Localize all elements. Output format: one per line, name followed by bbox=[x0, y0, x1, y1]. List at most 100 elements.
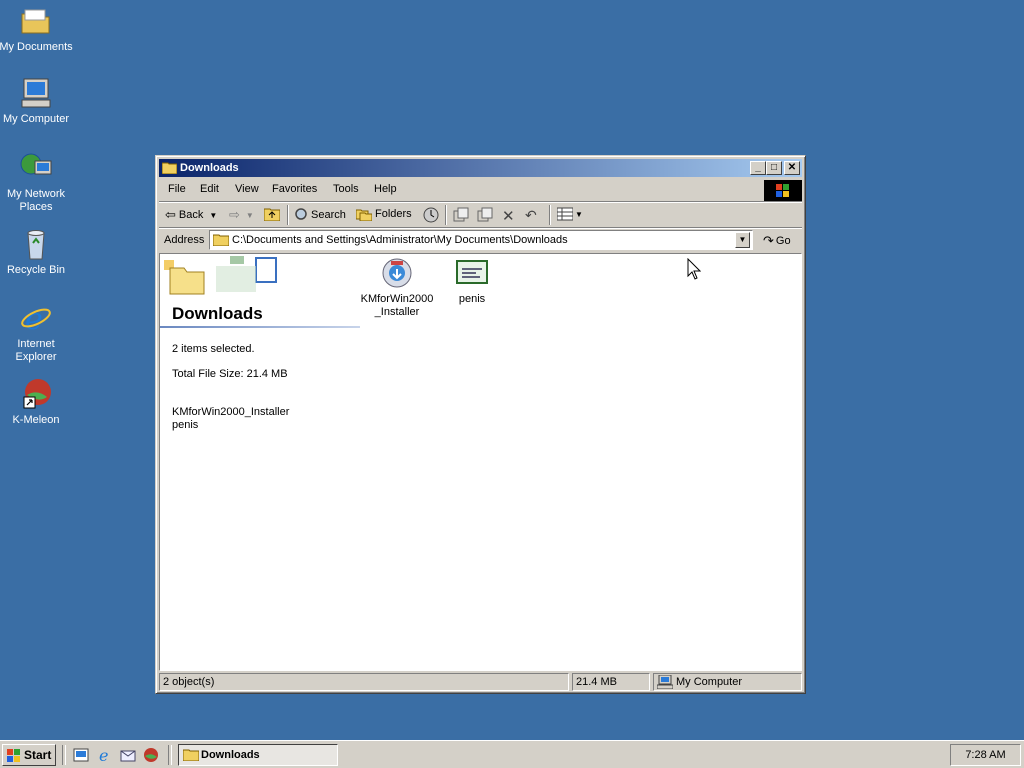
desktop-icon-my-computer[interactable]: My Computer bbox=[0, 76, 74, 126]
folder-icon bbox=[212, 234, 230, 247]
address-value: C:\Documents and Settings\Administrator\… bbox=[232, 234, 568, 246]
file-name: KMforWin2000 bbox=[360, 293, 434, 305]
computer-icon bbox=[657, 675, 673, 689]
internet-explorer-icon[interactable]: e bbox=[97, 746, 113, 765]
taskbar-separator bbox=[62, 745, 66, 765]
title-bar[interactable]: Downloads _ □ ✕ bbox=[159, 159, 802, 177]
folders-icon bbox=[356, 209, 372, 221]
move-to-icon bbox=[453, 207, 469, 222]
back-arrow-icon: ⇦ bbox=[165, 207, 176, 222]
outlook-express-icon[interactable] bbox=[120, 747, 136, 763]
toolbar-separator bbox=[549, 205, 551, 225]
up-folder-icon bbox=[264, 208, 280, 221]
taskbar: Start e Downloads 7:28 AM bbox=[0, 740, 1024, 768]
network-icon bbox=[19, 151, 53, 185]
desktop-icon-label: My Documents bbox=[0, 41, 73, 53]
mouse-cursor-icon bbox=[687, 258, 701, 280]
views-button[interactable]: ▼ bbox=[557, 207, 583, 221]
minimize-button[interactable]: _ bbox=[750, 161, 766, 175]
move-to-button[interactable] bbox=[453, 207, 469, 223]
go-arrow-icon: ↷ bbox=[763, 233, 774, 248]
back-label: Back bbox=[178, 209, 204, 221]
start-button[interactable]: Start bbox=[2, 744, 56, 766]
status-object-count: 2 object(s) bbox=[159, 673, 569, 691]
toolbar-separator bbox=[445, 205, 447, 225]
status-size: 21.4 MB bbox=[572, 673, 650, 691]
go-button[interactable]: ↷ Go bbox=[763, 233, 791, 249]
chevron-down-icon: ▼ bbox=[575, 209, 583, 219]
close-icon: ✕ bbox=[787, 162, 797, 173]
up-folder-button[interactable] bbox=[264, 207, 280, 221]
copy-to-button[interactable] bbox=[477, 207, 493, 223]
chevron-down-icon: ▼ bbox=[209, 210, 218, 220]
desktop-icon-label: My Computer bbox=[2, 113, 70, 125]
status-zone: My Computer bbox=[653, 673, 802, 691]
taskbar-button-downloads[interactable]: Downloads bbox=[178, 744, 338, 766]
start-label: Start bbox=[24, 748, 52, 762]
window-title: Downloads bbox=[180, 162, 239, 174]
folder-icon bbox=[161, 161, 178, 175]
show-desktop-icon[interactable] bbox=[73, 747, 89, 763]
status-zone-label: My Computer bbox=[676, 676, 743, 688]
certificate-icon bbox=[456, 257, 488, 289]
menu-file[interactable]: File bbox=[168, 183, 186, 195]
views-icon bbox=[557, 207, 573, 221]
windows-logo-icon bbox=[7, 748, 21, 762]
menu-edit[interactable]: Edit bbox=[200, 183, 219, 195]
total-file-size: Total File Size: 21.4 MB bbox=[172, 368, 288, 380]
folder-icon bbox=[182, 748, 200, 762]
address-bar: Address C:\Documents and Settings\Admini… bbox=[159, 229, 802, 253]
file-item[interactable]: KMforWin2000 _Installer bbox=[357, 257, 437, 319]
folder-title-underline bbox=[160, 326, 360, 328]
delete-button[interactable]: ✕ bbox=[502, 207, 515, 225]
address-input[interactable]: C:\Documents and Settings\Administrator\… bbox=[209, 230, 753, 250]
chevron-down-icon: ▼ bbox=[738, 235, 747, 244]
internet-explorer-icon: e bbox=[19, 301, 53, 337]
delete-icon: ✕ bbox=[502, 208, 515, 225]
menu-favorites[interactable]: Favorites bbox=[272, 183, 317, 195]
address-label: Address bbox=[164, 234, 205, 246]
desktop-icon-recycle-bin[interactable]: Recycle Bin bbox=[0, 227, 74, 277]
go-label: Go bbox=[775, 235, 791, 247]
desktop-icon-my-documents[interactable]: My Documents bbox=[0, 4, 74, 54]
copy-to-icon bbox=[477, 207, 493, 222]
menu-help[interactable]: Help bbox=[374, 183, 397, 195]
system-tray-clock[interactable]: 7:28 AM bbox=[950, 744, 1021, 766]
k-meleon-icon[interactable] bbox=[143, 747, 159, 763]
maximize-icon: □ bbox=[770, 162, 778, 173]
forward-arrow-icon: ⇨ bbox=[229, 207, 240, 222]
toolbar-separator bbox=[287, 205, 289, 225]
address-dropdown-button[interactable]: ▼ bbox=[735, 232, 750, 248]
close-button[interactable]: ✕ bbox=[784, 161, 800, 175]
folders-button[interactable]: Folders bbox=[356, 207, 412, 221]
desktop-icon-label: My Network Places bbox=[6, 188, 66, 213]
folder-title: Downloads bbox=[172, 304, 263, 323]
desktop-icon-internet-explorer[interactable]: e Internet Explorer bbox=[0, 301, 74, 364]
k-meleon-icon bbox=[19, 377, 53, 411]
history-button[interactable] bbox=[423, 207, 439, 223]
menu-view[interactable]: View bbox=[235, 183, 259, 195]
undo-button[interactable]: ↶ bbox=[525, 207, 537, 224]
maximize-button[interactable]: □ bbox=[766, 161, 782, 175]
selection-count: 2 items selected. bbox=[172, 343, 255, 355]
menu-bar: File Edit View Favorites Tools Help bbox=[159, 180, 802, 202]
search-icon bbox=[295, 208, 307, 220]
desktop-icon-k-meleon[interactable]: K-Meleon bbox=[0, 377, 74, 427]
forward-button[interactable]: ⇨ ▼ bbox=[229, 207, 254, 223]
history-icon bbox=[423, 207, 439, 223]
folders-label: Folders bbox=[375, 208, 412, 220]
selected-file-name: penis bbox=[172, 419, 199, 431]
back-button[interactable]: ⇦ Back ▼ bbox=[165, 207, 217, 223]
menu-tools[interactable]: Tools bbox=[333, 183, 359, 195]
file-name: penis bbox=[458, 293, 486, 305]
file-item[interactable]: penis bbox=[432, 257, 512, 306]
standard-toolbar: ⇦ Back ▼ ⇨ ▼ Search Folders ✕ ↶ ▼ bbox=[159, 203, 802, 227]
desktop-icon-label: Internet Explorer bbox=[15, 338, 57, 363]
svg-text:e: e bbox=[25, 302, 43, 335]
file-name: _Installer bbox=[374, 306, 420, 318]
status-bar: 2 object(s) 21.4 MB My Computer bbox=[159, 673, 802, 691]
desktop-icon-label: Recycle Bin bbox=[6, 264, 66, 276]
desktop-icon-my-network-places[interactable]: My Network Places bbox=[0, 151, 74, 214]
folder-view[interactable]: Downloads 2 items selected. Total File S… bbox=[159, 253, 802, 671]
search-button[interactable]: Search bbox=[293, 207, 346, 223]
